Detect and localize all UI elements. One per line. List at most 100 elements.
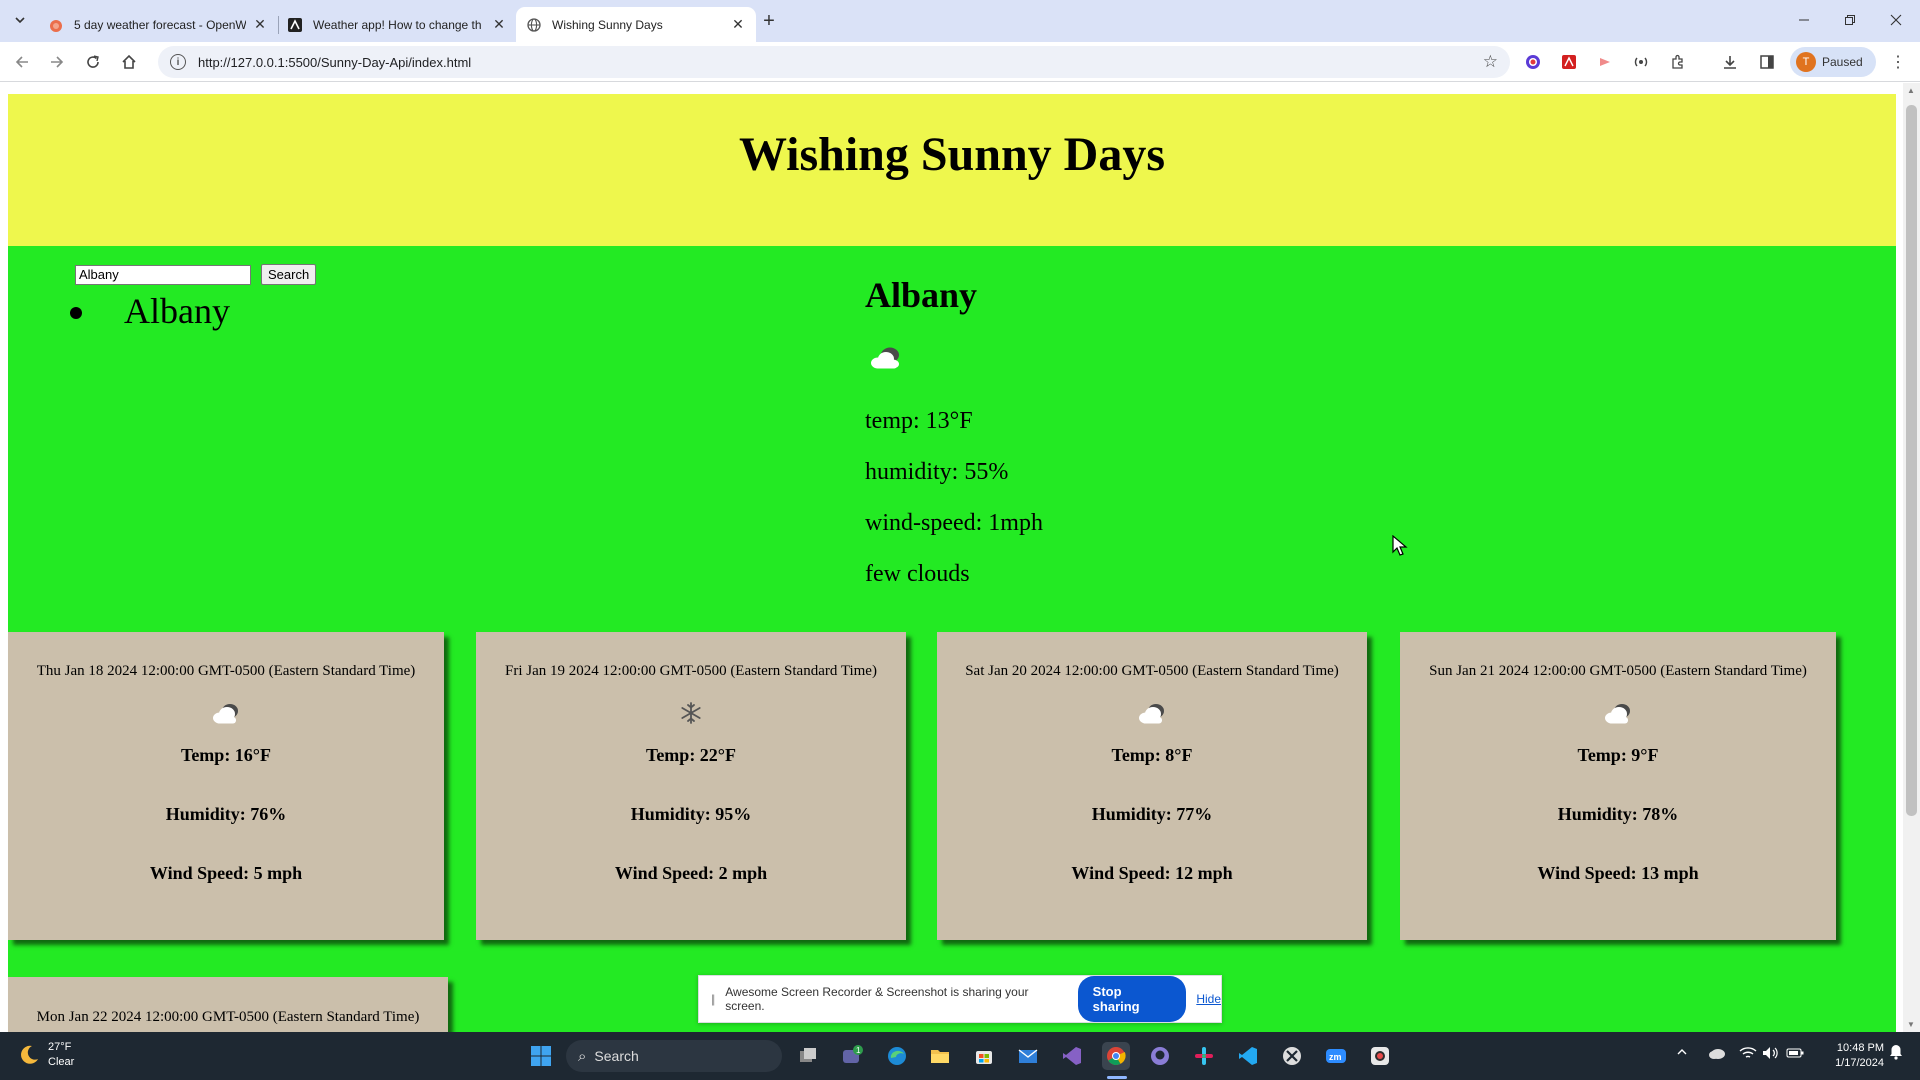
slack-icon[interactable] — [1190, 1042, 1218, 1070]
openweather-favicon-icon — [48, 17, 64, 33]
tab-title: Wishing Sunny Days — [552, 17, 663, 32]
tab-openweather[interactable]: 5 day weather forecast - OpenW ✕ — [38, 7, 278, 42]
forecast-humidity: Humidity: 77% — [1091, 804, 1213, 824]
address-bar[interactable]: i http://127.0.0.1:5500/Sunny-Day-Api/in… — [158, 46, 1510, 78]
close-icon[interactable]: ✕ — [491, 16, 507, 33]
tab-search-chevron-icon[interactable] — [8, 8, 32, 32]
tab-weather-app[interactable]: Weather app! How to change th ✕ — [277, 7, 517, 42]
profile-button[interactable]: T Paused — [1790, 47, 1876, 77]
battery-icon[interactable] — [1786, 1046, 1804, 1063]
home-icon[interactable] — [117, 50, 141, 74]
file-explorer-icon[interactable] — [926, 1042, 954, 1070]
side-panel-icon[interactable] — [1757, 52, 1777, 72]
forecast-date: Thu Jan 18 2024 12:00:00 GMT-0500 (Easte… — [36, 663, 416, 679]
forecast-wind-speed: Wind Speed: 12 mph — [1071, 863, 1233, 883]
pdf-extension-icon[interactable] — [1559, 52, 1579, 72]
forecast-card: Sat Jan 20 2024 12:00:00 GMT-0500 (Easte… — [937, 632, 1367, 940]
close-icon[interactable]: ✕ — [730, 16, 746, 33]
windows-taskbar: 27°F Clear ⌕ Search 1 zm 10:48 PM 1/17/2… — [0, 1032, 1920, 1080]
teams-chat-icon[interactable]: 1 — [838, 1042, 866, 1070]
screen-sharing-bar: || Awesome Screen Recorder & Screenshot … — [698, 975, 1222, 1023]
browser-menu-icon[interactable]: ⋮ — [1888, 52, 1908, 72]
screen-recorder-icon[interactable] — [1366, 1042, 1394, 1070]
chrome-icon[interactable] — [1102, 1042, 1130, 1070]
task-view-icon[interactable] — [794, 1042, 822, 1070]
list-bullet — [70, 307, 82, 319]
search-icon: ⌕ — [578, 1047, 587, 1065]
forecast-date: Mon Jan 22 2024 12:00:00 GMT-0500 (Easte… — [36, 1009, 420, 1025]
extensions-puzzle-icon[interactable] — [1668, 52, 1688, 72]
windows-start-icon[interactable] — [527, 1042, 555, 1070]
search-button[interactable]: Search — [261, 264, 317, 285]
taskbar-search[interactable]: ⌕ Search — [566, 1040, 782, 1072]
scrollbar-thumb[interactable] — [1906, 105, 1917, 816]
minimize-icon[interactable] — [1782, 6, 1826, 34]
snow-icon — [681, 702, 701, 724]
wifi-icon[interactable] — [1739, 1046, 1757, 1063]
close-icon[interactable]: ✕ — [252, 16, 268, 33]
hide-link[interactable]: Hide — [1196, 992, 1221, 1006]
current-temp: temp: 13°F — [865, 408, 973, 434]
show-hidden-icons-chevron-icon[interactable] — [1676, 1046, 1688, 1061]
forecast-date: Sun Jan 21 2024 12:00:00 GMT-0500 (Easte… — [1429, 663, 1807, 679]
forecast-humidity: Humidity: 78% — [1557, 804, 1679, 824]
avatar: T — [1796, 52, 1816, 72]
active-app-indicator — [1107, 1076, 1127, 1079]
page-scrollbar[interactable]: ▲ ▼ — [1903, 83, 1920, 1032]
recorder-extension-icon[interactable] — [1595, 52, 1615, 72]
forecast-card: Fri Jan 19 2024 12:00:00 GMT-0500 (Easte… — [476, 632, 906, 940]
broadcast-icon[interactable] — [1631, 52, 1651, 72]
article-favicon-icon — [287, 17, 303, 33]
new-tab-button[interactable]: + — [757, 9, 781, 33]
url-text[interactable]: http://127.0.0.1:5500/Sunny-Day-Api/inde… — [198, 55, 471, 70]
tab-wishing-sunny-days[interactable]: Wishing Sunny Days ✕ — [516, 7, 756, 42]
weather-temp: 27°F — [48, 1041, 72, 1053]
forecast-date: Fri Jan 19 2024 12:00:00 GMT-0500 (Easte… — [505, 663, 877, 679]
cloud-icon — [1139, 704, 1164, 724]
mail-icon[interactable] — [1014, 1042, 1042, 1070]
forecast-card: Mon Jan 22 2024 12:00:00 GMT-0500 (Easte… — [8, 977, 448, 1032]
teams-badge: 1 — [856, 1046, 861, 1055]
edge-browser-icon[interactable] — [883, 1042, 911, 1070]
bookmark-star-icon[interactable]: ☆ — [1483, 52, 1498, 72]
cloud-icon — [1605, 704, 1630, 724]
xbox-icon[interactable] — [1278, 1042, 1306, 1070]
forecast-temp: Temp: 22°F — [645, 745, 737, 765]
extension-circle-icon[interactable] — [1523, 52, 1543, 72]
mouse-pointer-icon — [1392, 535, 1408, 556]
restore-icon[interactable] — [1828, 6, 1872, 34]
notification-bell-icon[interactable] — [1889, 1044, 1903, 1063]
tab-title: 5 day weather forecast - OpenW — [74, 17, 246, 32]
sharing-message: Awesome Screen Recorder & Screenshot is … — [725, 985, 1029, 1013]
reload-icon[interactable] — [81, 50, 105, 74]
taskbar-search-label: Search — [594, 1048, 639, 1064]
forecast-wind-speed: Wind Speed: 13 mph — [1537, 863, 1699, 883]
zoom-icon[interactable]: zm — [1322, 1042, 1350, 1070]
taskbar-clock[interactable]: 10:48 PM 1/17/2024 — [1814, 1041, 1884, 1071]
forward-arrow-icon[interactable] — [45, 50, 69, 74]
github-icon[interactable] — [1146, 1042, 1174, 1070]
onedrive-cloud-icon[interactable] — [1708, 1046, 1726, 1063]
store-icon[interactable] — [970, 1042, 998, 1070]
scroll-up-arrow-icon[interactable]: ▲ — [1907, 86, 1915, 95]
clock-date: 1/17/2024 — [1835, 1057, 1884, 1069]
back-arrow-icon[interactable] — [10, 50, 34, 74]
download-icon[interactable] — [1720, 52, 1740, 72]
drag-handle-icon[interactable]: || — [711, 992, 715, 1006]
scroll-down-arrow-icon[interactable]: ▼ — [1907, 1020, 1915, 1029]
vscode-icon[interactable] — [1234, 1042, 1262, 1070]
window-close-icon[interactable] — [1874, 6, 1918, 34]
stop-sharing-button[interactable]: Stop sharing — [1077, 976, 1187, 1022]
volume-icon[interactable] — [1762, 1046, 1780, 1063]
profile-status: Paused — [1822, 55, 1863, 69]
site-header: Wishing Sunny Days — [8, 94, 1896, 246]
weather-desc: Clear — [48, 1056, 75, 1068]
weather-widget[interactable]: 27°F Clear — [18, 1040, 74, 1070]
main-content: Search Albany Albany temp: 13°F humidity… — [8, 246, 1896, 1032]
current-humidity: humidity: 55% — [865, 459, 1009, 485]
city-search-input[interactable] — [75, 264, 251, 285]
site-info-icon[interactable]: i — [170, 54, 186, 70]
visual-studio-icon[interactable] — [1058, 1042, 1086, 1070]
history-item[interactable]: Albany — [124, 290, 230, 332]
tab-title: Weather app! How to change th — [313, 17, 482, 32]
